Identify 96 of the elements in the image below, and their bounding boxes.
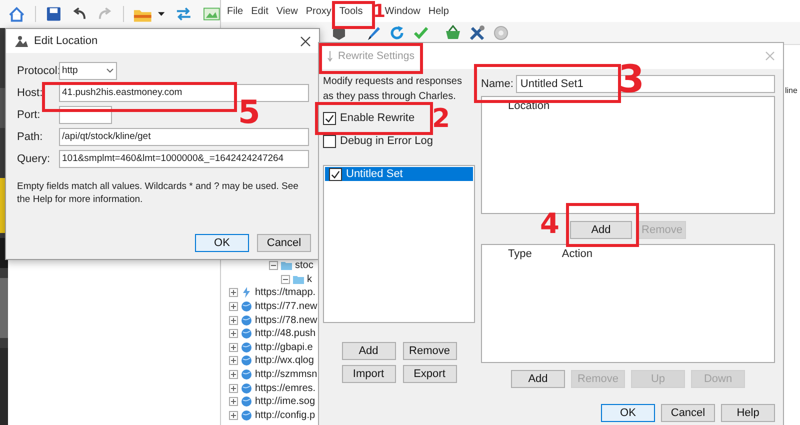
image-icon [202, 6, 220, 22]
button[interactable]: Cancel [661, 404, 715, 422]
checkbox[interactable] [329, 168, 342, 180]
tools-icon[interactable] [469, 25, 485, 41]
swap-icon [175, 6, 193, 22]
button[interactable]: Import [342, 365, 396, 383]
field-label: Host: [17, 86, 44, 98]
pen-icon[interactable] [365, 25, 381, 41]
tree-item[interactable]: https://78.new [255, 314, 318, 326]
expand-icon[interactable] [229, 288, 238, 298]
field-label: Name: [481, 78, 514, 90]
tree-item[interactable]: http://szmmsn [255, 369, 318, 380]
folder-icon [293, 274, 304, 285]
input-field[interactable]: /api/qt/stock/kline/get [59, 128, 309, 146]
menu-item[interactable]: Help [424, 6, 453, 16]
expand-icon[interactable] [229, 356, 238, 366]
basket-icon[interactable] [445, 25, 461, 41]
annotation-number: 1 [373, 3, 386, 21]
checkbox[interactable] [323, 134, 336, 148]
annotation-number: 4 [540, 210, 560, 238]
close-icon[interactable] [300, 36, 311, 46]
field-label: Port: [17, 108, 42, 120]
expand-icon[interactable] [229, 397, 238, 406]
tree-item[interactable]: https://77.new [255, 301, 318, 312]
button[interactable]: Cancel [257, 234, 311, 252]
tree-item[interactable]: http://48.push [255, 328, 316, 340]
button[interactable]: Add [511, 370, 565, 388]
button[interactable]: OK [195, 234, 249, 252]
redo-icon [97, 6, 113, 22]
field-label: Query: [17, 152, 52, 164]
undo-icon [72, 6, 88, 22]
input-field[interactable]: 101&smplmt=460&lmt=1000000&_=1642424247264 [59, 150, 309, 168]
highlight-box [332, 1, 375, 29]
globe-icon [241, 410, 252, 421]
tree-item[interactable]: http://gbapi.e [255, 342, 313, 353]
checkbox-label[interactable]: Debug in Error Log [340, 135, 433, 147]
home-icon [8, 6, 26, 22]
expand-icon[interactable] [229, 329, 238, 338]
caret-icon [156, 11, 166, 17]
list-row[interactable]: Untitled Set [325, 167, 473, 181]
globe-icon [241, 382, 252, 394]
window-title: Rewrite Settings [338, 50, 416, 62]
protocol-select[interactable]: http [59, 62, 117, 80]
expand-icon[interactable] [229, 302, 238, 312]
tree-item[interactable]: http://ime.sog [255, 396, 316, 408]
column-header[interactable]: Action [562, 248, 592, 260]
expand-icon[interactable] [229, 384, 238, 393]
window-title: Edit Location [34, 35, 99, 47]
lightning-icon [241, 287, 252, 298]
tree-item[interactable]: https://tmapp. [255, 287, 316, 298]
folder-icon [281, 260, 292, 272]
check-icon[interactable] [413, 25, 429, 41]
expand-icon[interactable] [229, 342, 238, 352]
menu-item[interactable]: File [223, 6, 248, 16]
check-icon [330, 168, 341, 180]
menu-item[interactable]: Edit [247, 6, 272, 16]
menu-item[interactable]: Tools [335, 6, 367, 16]
refresh-icon[interactable] [389, 25, 405, 41]
tree-item[interactable]: http://config.p [255, 410, 316, 421]
globe-icon [241, 342, 252, 353]
column-header[interactable]: Type [508, 248, 532, 260]
globe-icon [241, 369, 252, 380]
chevron-icon [106, 68, 114, 73]
expand-icon[interactable] [229, 410, 238, 420]
menu-item[interactable]: Proxy [302, 6, 336, 16]
tree-item[interactable]: https://emres. [255, 382, 316, 394]
collapse-icon[interactable] [281, 274, 290, 284]
annotation-number: 2 [432, 106, 450, 132]
button[interactable]: Add [342, 342, 396, 360]
checkbox-label[interactable]: Enable Rewrite [340, 112, 415, 124]
globe-icon [241, 301, 252, 312]
expand-icon[interactable] [229, 316, 238, 325]
expand-icon[interactable] [229, 370, 238, 380]
save-icon [46, 6, 62, 22]
button[interactable]: Add [570, 221, 632, 239]
globe-icon [241, 396, 252, 408]
field-label: Path: [17, 130, 44, 142]
button[interactable]: Help [721, 404, 775, 422]
help-text: Empty fields match all values. Wildcards * and ? may be used. See the Help for more information. [17, 180, 300, 206]
checkbox[interactable] [323, 112, 336, 124]
check-icon [324, 112, 335, 124]
tree-item[interactable]: k [307, 274, 312, 285]
collapse-icon[interactable] [269, 261, 278, 270]
globe-icon [241, 355, 252, 366]
tree-item[interactable]: http://wx.qlog [255, 355, 314, 366]
field-label: Protocol: [17, 64, 59, 76]
button[interactable]: Export [402, 365, 456, 383]
globe-icon [241, 314, 252, 326]
button[interactable]: Remove [402, 342, 456, 360]
globe-icon [241, 328, 252, 340]
column-header[interactable]: Location [508, 100, 550, 112]
tree-item[interactable]: stoc [295, 260, 314, 272]
column-text: line [785, 86, 798, 95]
description-text: Modify requests and responses as they pass through Charles. [323, 75, 463, 104]
button[interactable]: OK [601, 404, 655, 422]
menu-item[interactable]: View [272, 6, 302, 16]
